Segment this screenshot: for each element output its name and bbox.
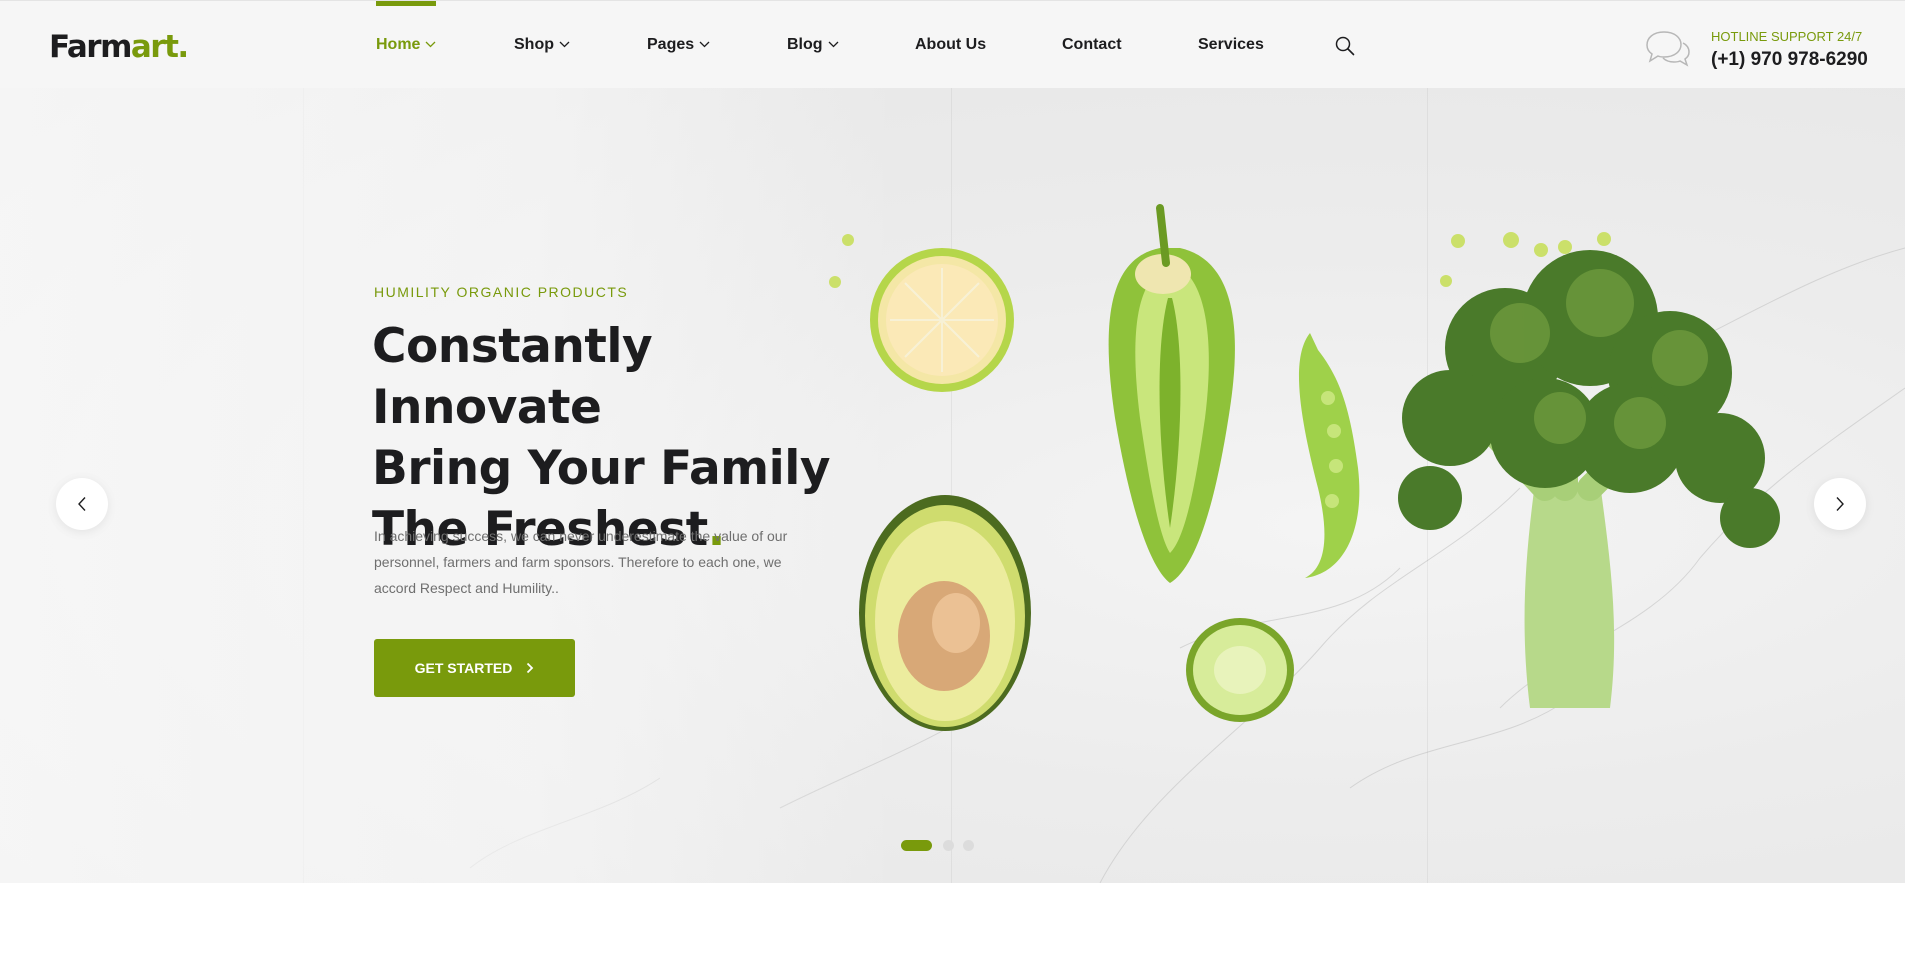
chevron-left-icon <box>78 497 86 511</box>
nav-item-services[interactable]: Services <box>1198 1 1264 89</box>
headline-line-2: Bring Your Family <box>372 441 831 496</box>
get-started-button[interactable]: GET STARTED <box>374 639 575 697</box>
nav-item-shop[interactable]: Shop <box>514 1 570 89</box>
nav-item-label: Shop <box>514 36 554 53</box>
site-header: Farmart. Home Shop Pages Blog About Us C… <box>0 0 1905 88</box>
slider-dot[interactable] <box>943 840 954 851</box>
nav-item-label: Home <box>376 36 421 53</box>
search-icon <box>1335 36 1355 56</box>
chevron-right-icon <box>527 662 534 674</box>
chevron-down-icon <box>425 41 436 47</box>
hotline-support[interactable]: HOTLINE SUPPORT 24/7 (+1) 970 978-6290 <box>1640 25 1890 75</box>
chevron-down-icon <box>699 41 710 47</box>
nav-item-blog[interactable]: Blog <box>787 1 839 89</box>
hero-description: In achieving success, we can never under… <box>374 528 788 596</box>
hero-slider: HUMILITY ORGANIC PRODUCTS Constantly Inn… <box>0 88 1905 883</box>
nav-item-label: Contact <box>1062 36 1122 53</box>
nav-item-label: Pages <box>647 36 695 53</box>
hotline-phone[interactable]: (+1) 970 978-6290 <box>1711 49 1868 71</box>
nav-item-home[interactable]: Home <box>376 1 437 89</box>
hero-eyebrow: HUMILITY ORGANIC PRODUCTS <box>374 284 629 300</box>
fresh-vegetables-image <box>829 204 1780 731</box>
hotline-label: HOTLINE SUPPORT 24/7 <box>1711 29 1863 44</box>
slider-dot[interactable] <box>963 840 974 851</box>
brand-name-part2: art <box>130 29 179 65</box>
nav-item-contact[interactable]: Contact <box>1062 1 1122 89</box>
nav-item-label: About Us <box>915 36 987 53</box>
slider-dot-active[interactable] <box>901 840 932 851</box>
brand-logo[interactable]: Farmart. <box>49 29 189 65</box>
get-started-label: GET STARTED <box>414 660 513 676</box>
chat-bubbles-icon <box>1646 31 1690 67</box>
slider-next-button[interactable] <box>1814 478 1866 530</box>
nav-item-label: Blog <box>787 36 823 53</box>
brand-name-part1: Farm <box>49 29 132 65</box>
chevron-right-icon <box>1836 497 1844 511</box>
nav-item-label: Services <box>1198 36 1264 53</box>
chevron-down-icon <box>828 41 839 47</box>
headline-line-1: Constantly Innovate <box>372 319 653 435</box>
chevron-down-icon <box>559 41 570 47</box>
slider-prev-button[interactable] <box>56 478 108 530</box>
search-button[interactable] <box>1334 35 1356 57</box>
nav-item-about-us[interactable]: About Us <box>915 1 986 89</box>
brand-name-dot: . <box>177 29 189 65</box>
nav-item-pages[interactable]: Pages <box>647 1 710 89</box>
nav-active-indicator <box>376 1 437 6</box>
